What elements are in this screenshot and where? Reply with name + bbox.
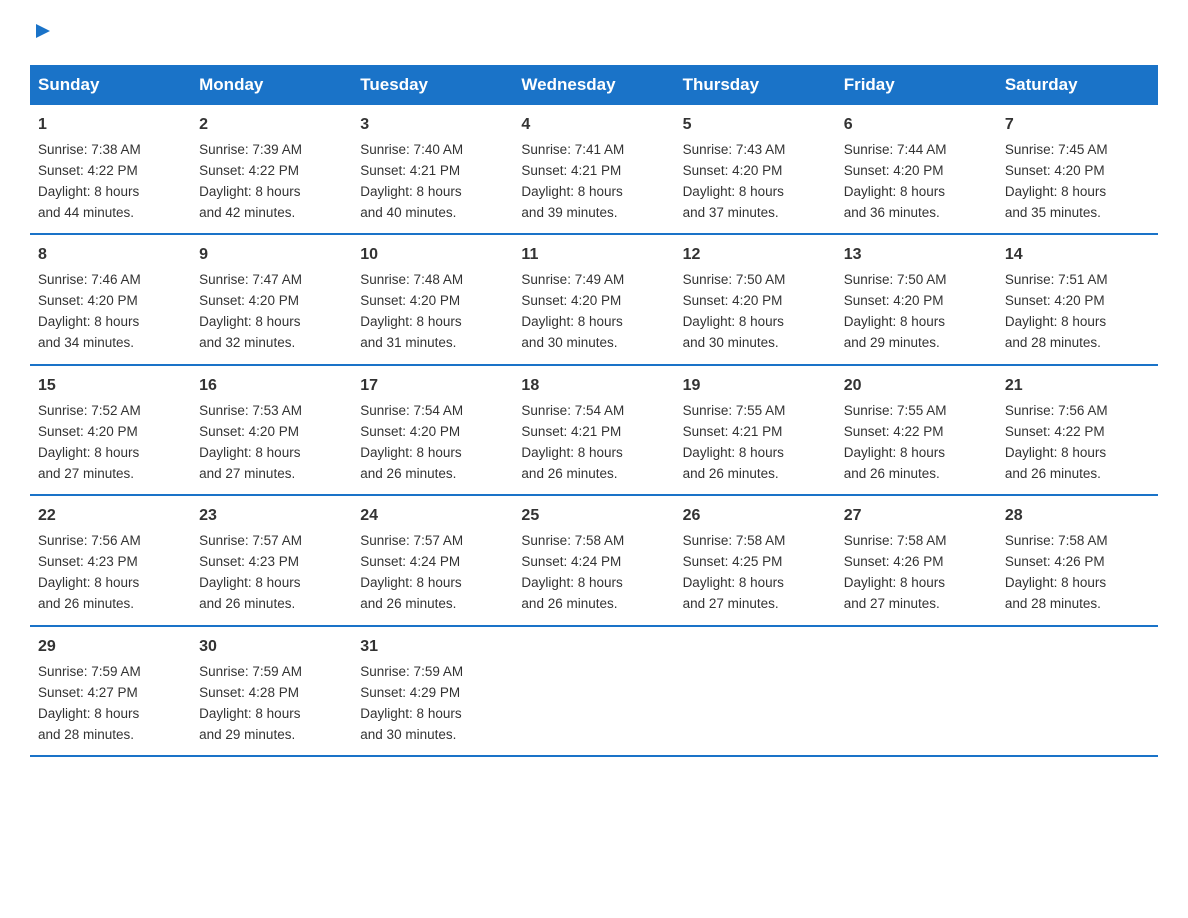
- calendar-cell: 3Sunrise: 7:40 AMSunset: 4:21 PMDaylight…: [352, 105, 513, 234]
- day-number: 20: [844, 374, 989, 399]
- day-number: 22: [38, 504, 183, 529]
- calendar-cell: 16Sunrise: 7:53 AMSunset: 4:20 PMDayligh…: [191, 365, 352, 495]
- week-row-5: 29Sunrise: 7:59 AMSunset: 4:27 PMDayligh…: [30, 626, 1158, 756]
- calendar-cell: 20Sunrise: 7:55 AMSunset: 4:22 PMDayligh…: [836, 365, 997, 495]
- day-number: 2: [199, 113, 344, 138]
- calendar-cell: 31Sunrise: 7:59 AMSunset: 4:29 PMDayligh…: [352, 626, 513, 756]
- day-number: 28: [1005, 504, 1150, 529]
- calendar-cell: 23Sunrise: 7:57 AMSunset: 4:23 PMDayligh…: [191, 495, 352, 625]
- day-number: 8: [38, 243, 183, 268]
- day-number: 6: [844, 113, 989, 138]
- day-number: 25: [521, 504, 666, 529]
- calendar-cell: 19Sunrise: 7:55 AMSunset: 4:21 PMDayligh…: [675, 365, 836, 495]
- day-number: 31: [360, 635, 505, 660]
- day-number: 23: [199, 504, 344, 529]
- calendar-cell: 21Sunrise: 7:56 AMSunset: 4:22 PMDayligh…: [997, 365, 1158, 495]
- day-number: 10: [360, 243, 505, 268]
- calendar-cell: 2Sunrise: 7:39 AMSunset: 4:22 PMDaylight…: [191, 105, 352, 234]
- calendar-cell: 29Sunrise: 7:59 AMSunset: 4:27 PMDayligh…: [30, 626, 191, 756]
- day-number: 14: [1005, 243, 1150, 268]
- calendar-cell: 12Sunrise: 7:50 AMSunset: 4:20 PMDayligh…: [675, 234, 836, 364]
- day-number: 18: [521, 374, 666, 399]
- calendar-cell: [997, 626, 1158, 756]
- day-number: 7: [1005, 113, 1150, 138]
- calendar-cell: 15Sunrise: 7:52 AMSunset: 4:20 PMDayligh…: [30, 365, 191, 495]
- day-number: 12: [683, 243, 828, 268]
- column-header-tuesday: Tuesday: [352, 65, 513, 105]
- column-header-friday: Friday: [836, 65, 997, 105]
- calendar-cell: [675, 626, 836, 756]
- calendar-cell: 9Sunrise: 7:47 AMSunset: 4:20 PMDaylight…: [191, 234, 352, 364]
- column-header-saturday: Saturday: [997, 65, 1158, 105]
- day-number: 30: [199, 635, 344, 660]
- day-number: 11: [521, 243, 666, 268]
- calendar-cell: 27Sunrise: 7:58 AMSunset: 4:26 PMDayligh…: [836, 495, 997, 625]
- calendar-cell: 14Sunrise: 7:51 AMSunset: 4:20 PMDayligh…: [997, 234, 1158, 364]
- calendar-cell: 10Sunrise: 7:48 AMSunset: 4:20 PMDayligh…: [352, 234, 513, 364]
- calendar-cell: 11Sunrise: 7:49 AMSunset: 4:20 PMDayligh…: [513, 234, 674, 364]
- day-number: 3: [360, 113, 505, 138]
- day-number: 17: [360, 374, 505, 399]
- day-number: 16: [199, 374, 344, 399]
- calendar-cell: 22Sunrise: 7:56 AMSunset: 4:23 PMDayligh…: [30, 495, 191, 625]
- day-number: 4: [521, 113, 666, 138]
- day-number: 27: [844, 504, 989, 529]
- day-number: 29: [38, 635, 183, 660]
- day-number: 19: [683, 374, 828, 399]
- column-header-thursday: Thursday: [675, 65, 836, 105]
- logo: [30, 20, 54, 47]
- column-header-wednesday: Wednesday: [513, 65, 674, 105]
- page-header: [30, 20, 1158, 47]
- day-number: 21: [1005, 374, 1150, 399]
- calendar-table: SundayMondayTuesdayWednesdayThursdayFrid…: [30, 65, 1158, 757]
- week-row-2: 8Sunrise: 7:46 AMSunset: 4:20 PMDaylight…: [30, 234, 1158, 364]
- calendar-cell: 24Sunrise: 7:57 AMSunset: 4:24 PMDayligh…: [352, 495, 513, 625]
- calendar-cell: 28Sunrise: 7:58 AMSunset: 4:26 PMDayligh…: [997, 495, 1158, 625]
- calendar-cell: [836, 626, 997, 756]
- calendar-cell: 25Sunrise: 7:58 AMSunset: 4:24 PMDayligh…: [513, 495, 674, 625]
- calendar-cell: 26Sunrise: 7:58 AMSunset: 4:25 PMDayligh…: [675, 495, 836, 625]
- calendar-cell: 6Sunrise: 7:44 AMSunset: 4:20 PMDaylight…: [836, 105, 997, 234]
- week-row-4: 22Sunrise: 7:56 AMSunset: 4:23 PMDayligh…: [30, 495, 1158, 625]
- calendar-cell: 1Sunrise: 7:38 AMSunset: 4:22 PMDaylight…: [30, 105, 191, 234]
- logo-arrow-icon: [32, 20, 54, 42]
- column-header-monday: Monday: [191, 65, 352, 105]
- calendar-header-row: SundayMondayTuesdayWednesdayThursdayFrid…: [30, 65, 1158, 105]
- calendar-cell: 8Sunrise: 7:46 AMSunset: 4:20 PMDaylight…: [30, 234, 191, 364]
- column-header-sunday: Sunday: [30, 65, 191, 105]
- day-number: 5: [683, 113, 828, 138]
- calendar-cell: 4Sunrise: 7:41 AMSunset: 4:21 PMDaylight…: [513, 105, 674, 234]
- day-number: 9: [199, 243, 344, 268]
- week-row-3: 15Sunrise: 7:52 AMSunset: 4:20 PMDayligh…: [30, 365, 1158, 495]
- calendar-cell: 18Sunrise: 7:54 AMSunset: 4:21 PMDayligh…: [513, 365, 674, 495]
- week-row-1: 1Sunrise: 7:38 AMSunset: 4:22 PMDaylight…: [30, 105, 1158, 234]
- day-number: 1: [38, 113, 183, 138]
- day-number: 13: [844, 243, 989, 268]
- calendar-cell: [513, 626, 674, 756]
- calendar-cell: 13Sunrise: 7:50 AMSunset: 4:20 PMDayligh…: [836, 234, 997, 364]
- calendar-cell: 5Sunrise: 7:43 AMSunset: 4:20 PMDaylight…: [675, 105, 836, 234]
- calendar-cell: 30Sunrise: 7:59 AMSunset: 4:28 PMDayligh…: [191, 626, 352, 756]
- day-number: 24: [360, 504, 505, 529]
- day-number: 15: [38, 374, 183, 399]
- day-number: 26: [683, 504, 828, 529]
- calendar-cell: 7Sunrise: 7:45 AMSunset: 4:20 PMDaylight…: [997, 105, 1158, 234]
- calendar-cell: 17Sunrise: 7:54 AMSunset: 4:20 PMDayligh…: [352, 365, 513, 495]
